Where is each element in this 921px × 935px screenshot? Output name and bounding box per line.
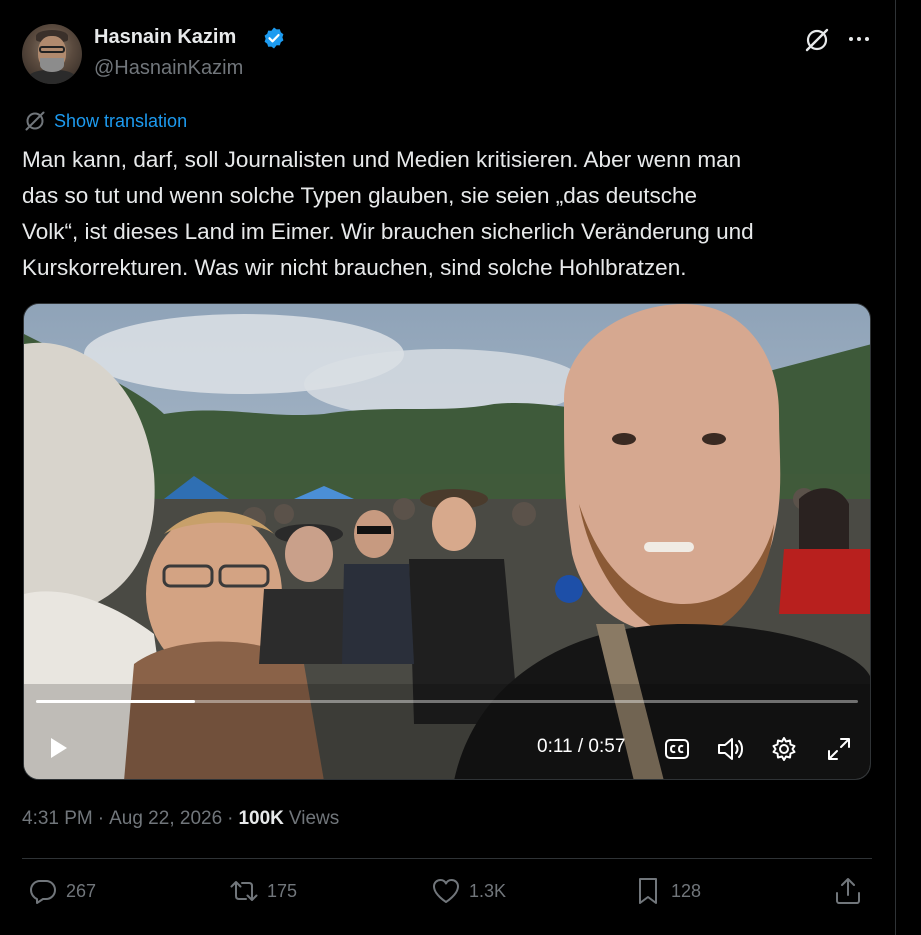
video-progress-fill [36,700,195,703]
captions-icon[interactable] [664,736,690,762]
tweet-time[interactable]: 4:31 PM [22,808,93,830]
volume-icon[interactable] [716,735,746,763]
share-icon [836,878,860,904]
bookmark-icon [639,878,657,904]
bookmark-count: 128 [671,880,702,901]
share-button[interactable] [833,876,863,906]
heart-icon [433,879,459,903]
meta-separator: · [97,808,105,829]
repost-icon [230,881,258,901]
more-icon[interactable] [846,26,872,52]
video-player[interactable]: 0:11 / 0:57 [23,303,871,780]
avatar[interactable] [22,24,82,84]
video-time: 0:11 / 0:57 [537,736,626,757]
column-border [895,0,896,935]
reply-icon [30,880,56,904]
grok-icon[interactable] [803,26,831,54]
tweet-text: Man kann, darf, soll Journalisten und Me… [22,147,754,280]
bookmark-button[interactable]: 128 [633,876,701,906]
video-frame [24,304,870,779]
show-translation-label: Show translation [54,110,188,131]
show-translation-link[interactable]: Show translation [24,110,187,132]
repost-button[interactable]: 175 [229,876,297,906]
views-label: Views [288,808,340,829]
divider [22,858,872,859]
views-count: 100K [238,808,284,829]
play-icon[interactable] [46,736,70,760]
meta-separator: · [227,808,234,829]
reply-button[interactable]: 267 [28,876,96,906]
fullscreen-icon[interactable] [826,736,852,762]
author-name[interactable]: Hasnain Kazim [94,26,236,49]
author-handle[interactable]: @HasnainKazim [94,57,243,80]
tweet-date[interactable]: Aug 22, 2026 [109,808,222,830]
settings-icon[interactable] [770,735,798,763]
like-button[interactable]: 1.3K [431,876,506,906]
verified-badge-icon [264,27,284,49]
action-bar: 267 175 1.3K 128 [0,876,921,916]
video-progress-bar[interactable] [36,700,858,703]
translate-icon [25,111,45,131]
reply-count: 267 [66,880,97,901]
repost-count: 175 [267,880,298,901]
like-count: 1.3K [469,880,507,901]
tweet-meta: 4:31 PM · Aug 22, 2026 · 100K Views [22,808,339,830]
